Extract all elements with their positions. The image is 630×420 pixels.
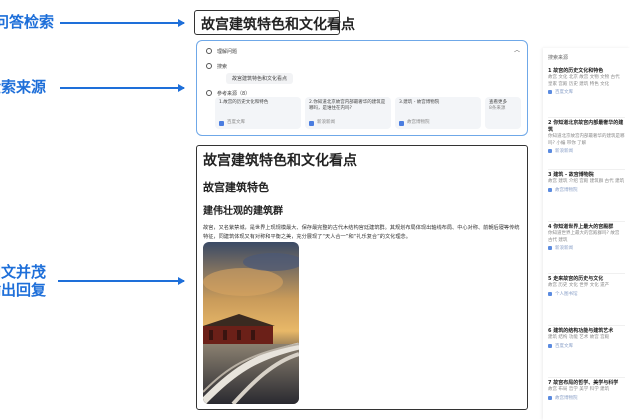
understand-label: 理解问题 bbox=[217, 48, 238, 55]
annotation-arrow bbox=[60, 84, 185, 91]
result-site: 故宫博物院 bbox=[555, 395, 578, 401]
more-sources-button[interactable]: 查看更多 8条来源 bbox=[485, 97, 521, 129]
search-icon bbox=[206, 63, 212, 69]
source-card-site: 故宫博物院 bbox=[407, 120, 430, 125]
source-card[interactable]: 1.故宫的历史文化和特色 百度文库 bbox=[215, 97, 301, 129]
source-card-site: 百度文库 bbox=[227, 120, 245, 125]
search-results-sidebar: 搜索来源 1 故宫的历史文化和特色 故宫 文化 北京 故宫 文物 文物 古代 皇… bbox=[543, 48, 630, 420]
sources-label[interactable]: 参考来源（8） bbox=[217, 90, 250, 97]
result-title[interactable]: 1 故宫的历史文化和特色 bbox=[548, 68, 625, 75]
search-query-chip: 故宫建筑特色和文化看点 bbox=[226, 73, 294, 84]
answer-section-heading: 故宫建筑特色 bbox=[203, 181, 269, 194]
sidebar-header: 搜索来源 bbox=[548, 55, 569, 61]
search-result-item[interactable]: 1 故宫的历史文化和特色 故宫 文化 北京 故宫 文物 文物 古代 皇家 宫殿 … bbox=[548, 68, 625, 118]
result-site: 个人图书馆 bbox=[555, 291, 578, 297]
search-result-item[interactable]: 2 你知道北京故宫内部最奢华的建筑 你知道北京故宫内部最奢华的建筑是哪吗? 小编… bbox=[548, 120, 625, 170]
site-logo-icon bbox=[548, 187, 552, 192]
source-card-title: 1.故宫的历史文化和特色 bbox=[219, 100, 269, 105]
forbidden-city-photo[interactable] bbox=[203, 242, 299, 404]
result-site: 新浪新闻 bbox=[555, 246, 573, 251]
result-snippet: 建筑 结构 功能 艺术 故宫 宫殿 bbox=[548, 335, 610, 340]
answer-paragraph: 故宫，又名紫禁城，是世界上现规模最大、保存最完整的古代木结构宫廷建筑群。其规划布… bbox=[203, 225, 520, 240]
source-card[interactable]: 2.你知道北京故宫内部最奢华的建筑是哪吗，是谁住在内吗? 新浪新闻 bbox=[305, 97, 391, 129]
result-title[interactable]: 5 走来故宫的历史与文化 bbox=[548, 276, 625, 283]
result-snippet: 故宫 建筑 介绍 宫殿 建筑群 古代 建筑 bbox=[548, 179, 625, 184]
search-result-item[interactable]: 5 走来故宫的历史与文化 故宫 历史 文化 世界 文化 遗产 个人图书馆 bbox=[548, 276, 625, 326]
sources-icon bbox=[206, 90, 212, 96]
source-card-site: 新浪新闻 bbox=[317, 120, 335, 125]
result-title[interactable]: 7 故宫布局的哲学、美学与科学 bbox=[548, 380, 625, 387]
chevron-up-icon[interactable]: ︿ bbox=[514, 45, 520, 54]
source-card[interactable]: 3.建筑 - 故宫博物院 故宫博物院 bbox=[395, 97, 481, 129]
annotation-arrow bbox=[60, 19, 185, 26]
site-logo-icon bbox=[548, 343, 552, 348]
annotation-output-reply: 输出回复 bbox=[0, 281, 47, 299]
result-snippet: 故宫 文化 北京 故宫 文物 文物 古代 皇家 宫殿 历史 建筑 特色 文化 bbox=[548, 75, 620, 87]
result-site: 百度文库 bbox=[555, 90, 573, 95]
source-card-title: 2.你知道北京故宫内部最奢华的建筑是哪吗，是谁住在内吗? bbox=[309, 100, 386, 111]
site-logo-icon bbox=[548, 90, 552, 94]
site-logo-icon bbox=[548, 395, 552, 400]
result-snippet: 故宫 布局 哲学 美学 科学 建筑 bbox=[548, 387, 610, 392]
forbidden-city-image bbox=[203, 242, 299, 404]
search-process-panel[interactable]: ︿ 理解问题 搜索 故宫建筑特色和文化看点 参考来源（8） 1.故宫的历史文化和… bbox=[196, 40, 528, 136]
source-card-title: 3.建筑 - 故宫博物院 bbox=[399, 100, 440, 105]
answer-subsection-heading: 建伟壮观的建筑群 bbox=[203, 206, 283, 217]
search-result-item[interactable]: 7 故宫布局的哲学、美学与科学 故宫 布局 哲学 美学 科学 建筑 故宫博物院 bbox=[548, 380, 625, 420]
search-result-item[interactable]: 6 建筑的结构功能与建筑艺术 建筑 结构 功能 艺术 故宫 宫殿 百度文库 bbox=[548, 328, 625, 378]
result-snippet: 故宫 历史 文化 世界 文化 遗产 bbox=[548, 283, 610, 288]
answer-title: 故宫建筑特色和文化看点 bbox=[203, 153, 357, 169]
result-snippet: 你知道北京故宫内部最奢华的建筑是哪吗? 小编 带你 了解 bbox=[548, 134, 625, 146]
site-logo-icon bbox=[399, 120, 404, 126]
site-logo-icon bbox=[548, 246, 552, 250]
result-site: 百度文库 bbox=[555, 343, 573, 349]
more-sources-count: 8条来源 bbox=[489, 106, 506, 111]
result-site: 故宫博物院 bbox=[555, 187, 578, 193]
site-logo-icon bbox=[548, 149, 552, 153]
result-snippet: 你知道世界上最大的宫殿群吗? 故宫 古代 建筑 bbox=[548, 231, 620, 243]
result-title[interactable]: 4 你知道世界上最大的宫殿群 bbox=[548, 224, 625, 231]
site-logo-icon bbox=[309, 120, 314, 126]
result-title[interactable]: 2 你知道北京故宫内部最奢华的建筑 bbox=[548, 120, 625, 134]
annotation-text-and-image: 图文并茂 bbox=[0, 263, 47, 281]
site-logo-icon bbox=[548, 291, 552, 296]
search-result-item[interactable]: 4 你知道世界上最大的宫殿群 你知道世界上最大的宫殿群吗? 故宫 古代 建筑 新… bbox=[548, 224, 625, 274]
user-query: 故宫建筑特色和文化看点 bbox=[194, 10, 355, 35]
answer-panel: 故宫建筑特色和文化看点 故宫建筑特色 建伟壮观的建筑群 故宫，又名紫禁城，是世界… bbox=[196, 145, 528, 410]
annotation-arrow bbox=[58, 277, 185, 284]
result-site: 新浪新闻 bbox=[555, 149, 573, 154]
site-logo-icon bbox=[219, 120, 224, 126]
search-label: 搜索 bbox=[217, 63, 228, 70]
annotation-search-sources: 检索来源 bbox=[0, 78, 47, 96]
annotation-qa-search: 问答检索 bbox=[0, 13, 55, 31]
result-title[interactable]: 3 建筑 - 故宫博物院 bbox=[548, 172, 625, 179]
search-result-item[interactable]: 3 建筑 - 故宫博物院 故宫 建筑 介绍 宫殿 建筑群 古代 建筑 故宫博物院 bbox=[548, 172, 625, 222]
understand-icon bbox=[206, 48, 212, 54]
result-title[interactable]: 6 建筑的结构功能与建筑艺术 bbox=[548, 328, 625, 335]
